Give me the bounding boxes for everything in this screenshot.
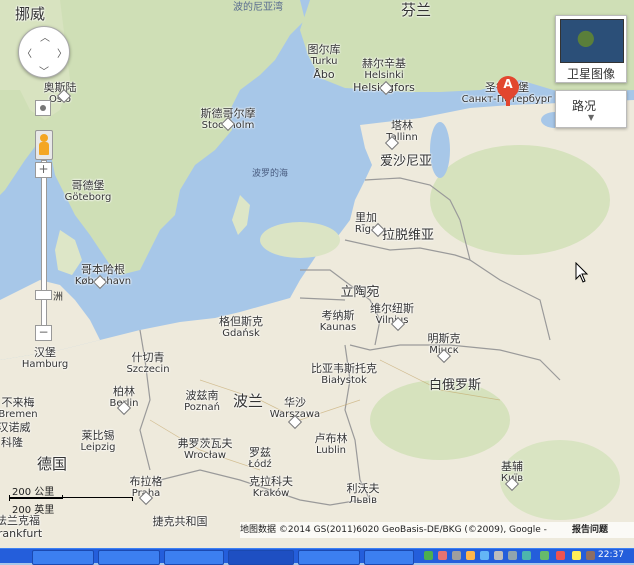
label-hamburg: 汉堡 Hamburg bbox=[21, 346, 69, 371]
traffic-dropdown-button[interactable]: 路况 ▼ bbox=[555, 90, 627, 128]
label-hannover: 汉诺威 bbox=[0, 421, 31, 434]
tray-icon-8[interactable] bbox=[522, 551, 531, 560]
label-czech-republic: 捷克共和国 bbox=[152, 515, 208, 528]
label-poznan: 波兹南 Poznań bbox=[184, 389, 220, 414]
report-problem-link[interactable]: 报告问题 bbox=[572, 522, 608, 538]
tray-icon-12[interactable] bbox=[586, 551, 595, 560]
pan-right-icon[interactable]: 〉 bbox=[57, 45, 67, 60]
scale-bar: 200 公里 200 英里 bbox=[6, 483, 136, 516]
satellite-toggle-button[interactable]: 卫星图像 bbox=[555, 15, 627, 83]
label-gulf-of-bothnia: 波的尼亚湾 bbox=[233, 2, 283, 13]
tray-icon-11[interactable] bbox=[572, 551, 581, 560]
label-finland: 芬兰 bbox=[400, 1, 432, 19]
zoom-slider-knob[interactable] bbox=[35, 290, 52, 300]
street-view-pegman-icon[interactable] bbox=[35, 130, 53, 160]
marker-letter: A bbox=[503, 77, 513, 91]
label-helsinki: 赫尔辛基 Helsinki bbox=[362, 57, 406, 82]
pan-control[interactable]: ︿ ﹀ 〈 〉 bbox=[18, 26, 70, 78]
traffic-caret-icon: ▼ bbox=[588, 113, 595, 122]
label-poland: 波兰 bbox=[232, 392, 264, 410]
traffic-label: 路况 bbox=[572, 99, 597, 113]
label-belarus: 白俄罗斯 bbox=[428, 378, 482, 393]
label-bremen: 不来梅 Bremen bbox=[0, 396, 38, 421]
label-szczecin: 什切青 Szczecin bbox=[126, 351, 170, 376]
marker-pin-tip bbox=[506, 98, 510, 106]
taskbar-button-browser[interactable] bbox=[228, 550, 294, 565]
map-attribution: 地图数据 ©2014 GS(2011)6020 GeoBasis-DE/BKG … bbox=[240, 522, 634, 538]
label-gdansk: 格但斯克 Gdańsk bbox=[219, 315, 263, 340]
taskbar-button-2[interactable] bbox=[98, 550, 160, 565]
label-krakow: 克拉科夫 Kraków bbox=[249, 475, 293, 500]
pan-up-icon[interactable]: ︿ bbox=[40, 29, 50, 44]
tray-icon-4[interactable] bbox=[466, 551, 475, 560]
tray-icon-9[interactable] bbox=[540, 551, 549, 560]
label-frankfurt-latin: rankfurt bbox=[0, 527, 43, 540]
reset-view-button[interactable] bbox=[35, 100, 51, 116]
label-norway: 挪威 bbox=[14, 5, 46, 23]
label-bialystok: 比亚韦斯托克 Białystok bbox=[311, 362, 377, 387]
zoom-level-label: 洲 bbox=[53, 292, 63, 303]
label-cologne: 科隆 bbox=[1, 436, 23, 449]
scale-mi-label: 200 英里 bbox=[12, 505, 55, 516]
label-lviv: 利沃夫 Львів bbox=[346, 482, 380, 507]
label-lodz: 罗兹 Łódź bbox=[248, 446, 272, 471]
label-turku: 图尔库 Turku bbox=[307, 43, 341, 68]
label-latvia: 拉脱维亚 bbox=[381, 228, 435, 243]
taskbar-button-5[interactable] bbox=[298, 550, 360, 565]
taskbar-button-1[interactable] bbox=[32, 550, 94, 565]
tray-icon-7[interactable] bbox=[508, 551, 517, 560]
taskbar-button-3[interactable] bbox=[164, 550, 224, 565]
tray-icon-3[interactable] bbox=[452, 551, 461, 560]
pan-down-icon[interactable]: ﹀ bbox=[39, 63, 49, 78]
satellite-label: 卫星图像 bbox=[566, 67, 615, 81]
label-wroclaw: 弗罗茨瓦夫 Wrocław bbox=[177, 437, 233, 462]
satellite-thumbnail bbox=[560, 19, 624, 63]
tray-icon-5[interactable] bbox=[480, 551, 489, 560]
tray-icon-1[interactable] bbox=[424, 551, 433, 560]
mouse-cursor-icon bbox=[575, 262, 589, 283]
taskbar-button-6[interactable] bbox=[364, 550, 414, 565]
tray-icon-2[interactable] bbox=[438, 551, 447, 560]
zoom-slider-track[interactable] bbox=[41, 160, 47, 340]
label-abo: Åbo bbox=[313, 68, 335, 81]
attribution-text: 地图数据 ©2014 GS(2011)6020 GeoBasis-DE/BKG … bbox=[240, 525, 547, 535]
label-goteborg: 哥德堡 Göteborg bbox=[64, 179, 112, 204]
label-lithuania: 立陶宛 bbox=[340, 285, 380, 300]
label-frankfurt: 法兰克福 bbox=[0, 514, 40, 527]
zoom-in-button[interactable]: + bbox=[35, 162, 52, 178]
label-leipzig: 莱比锡 Leipzig bbox=[80, 429, 116, 454]
label-lublin: 卢布林 Lublin bbox=[314, 432, 348, 457]
taskbar-clock[interactable]: 22:37 bbox=[598, 550, 624, 560]
tray-icon-6[interactable] bbox=[494, 551, 503, 560]
windows-taskbar: 22:37 bbox=[0, 548, 634, 565]
pan-left-icon[interactable]: 〈 bbox=[22, 45, 32, 60]
label-kaunas: 考纳斯 Kaunas bbox=[319, 309, 357, 334]
reset-view-icon bbox=[40, 105, 46, 111]
zoom-out-button[interactable]: − bbox=[35, 325, 52, 341]
label-estonia: 爱沙尼亚 bbox=[379, 154, 433, 169]
label-baltic-sea: 波罗的海 bbox=[251, 169, 289, 179]
label-germany: 德国 bbox=[36, 455, 68, 473]
tray-icon-10[interactable] bbox=[556, 551, 565, 560]
map-canvas[interactable]: 挪威 芬兰 波的尼亚湾 图尔库Turku Åbo 赫尔辛基Helsinki He… bbox=[0, 0, 634, 548]
